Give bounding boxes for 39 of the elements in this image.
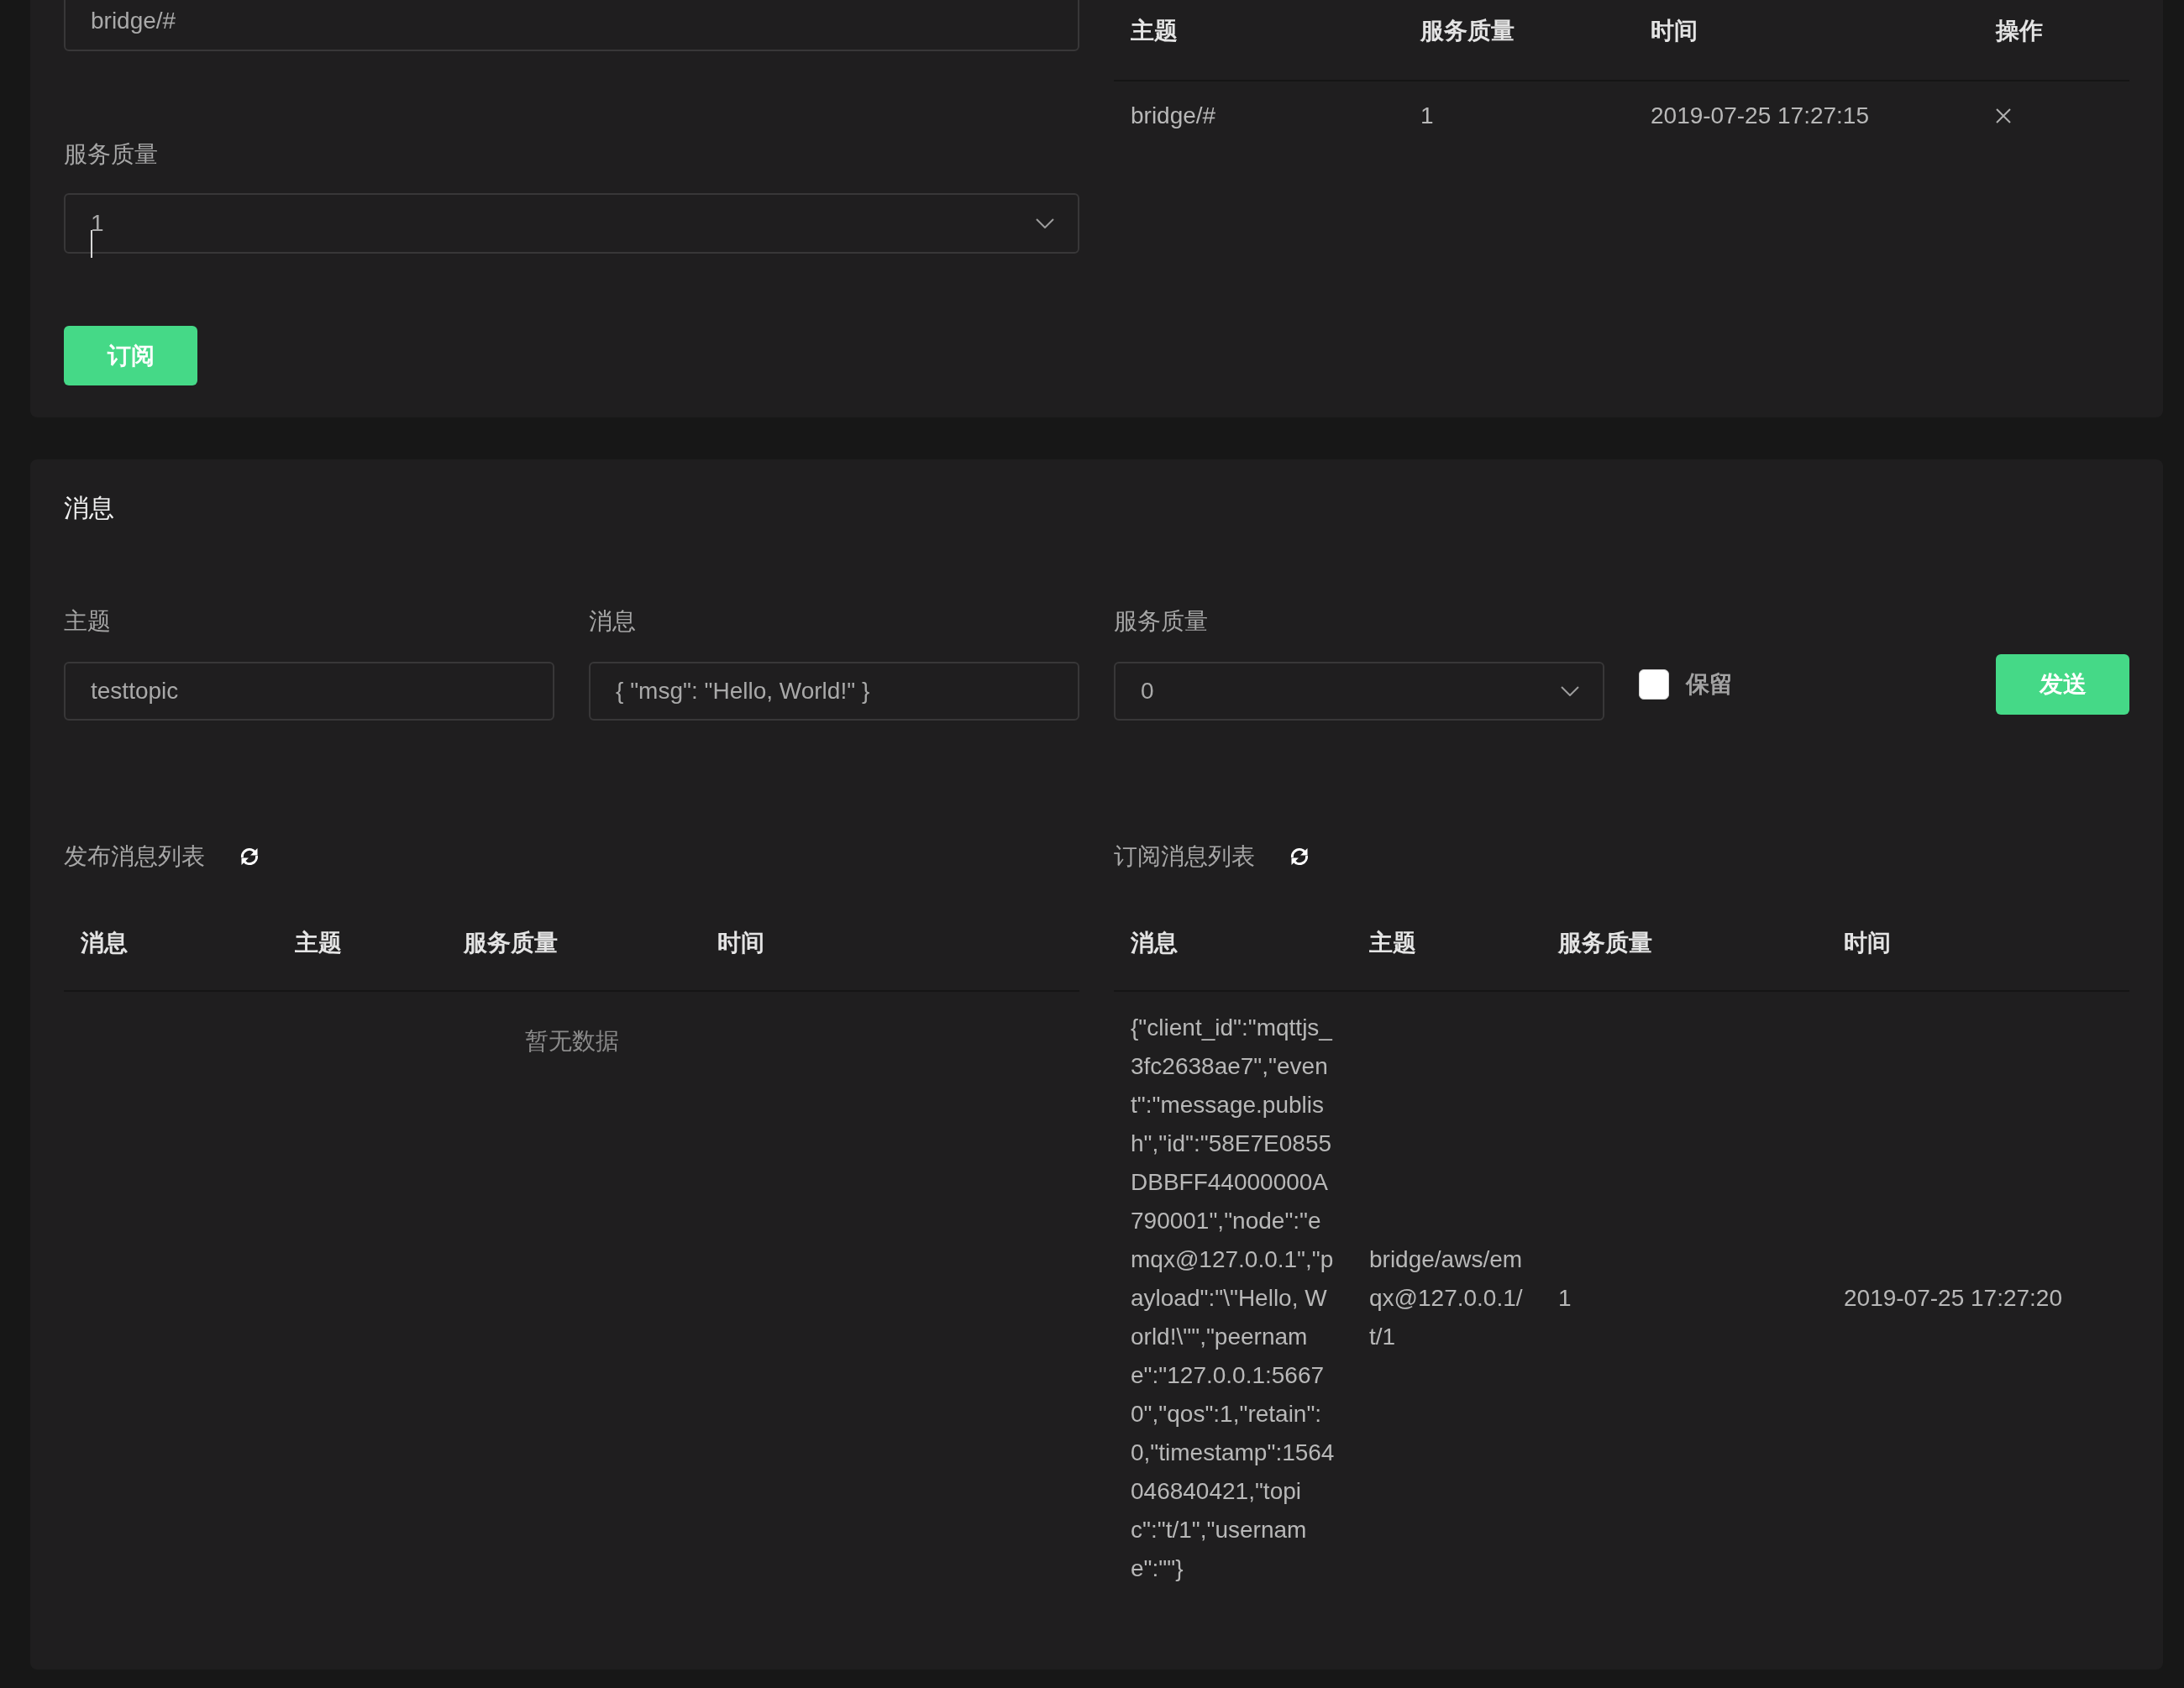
empty-text: 暂无数据 [524,1028,619,1055]
table-cell-text: bridge/aws/emqx@127.0.0.1/t/1 [1369,1245,1524,1351]
column-header: 时间 [1844,930,1892,957]
column-header: 操作 [1996,18,2044,45]
topic-input[interactable]: bridge/# [64,0,1079,51]
column-header: 服务质量 [1420,18,1515,45]
close-icon[interactable] [1996,108,2011,123]
column-header: 时间 [1651,18,1698,45]
refresh-icon[interactable] [239,847,260,867]
field-label: 主题 [64,607,112,636]
field-label: 服务质量 [64,140,158,169]
list-title: 订阅消息列表 [1114,842,1255,871]
table-cell: 2019-07-25 17:27:15 [1651,102,1869,129]
checkbox-label[interactable]: 保留 [1686,668,1733,701]
chevron-down-icon [1036,218,1054,228]
refresh-icon[interactable] [1289,847,1310,867]
column-header: 主题 [1369,930,1417,957]
table-cell-text: 2019-07-25 17:27:20 [1844,1284,2062,1313]
column-header: 主题 [1131,18,1179,45]
column-header: 服务质量 [464,930,559,957]
qos-select[interactable]: 0 [1114,662,1604,721]
table-cell-text: 1 [1558,1284,1572,1313]
chevron-down-icon [1561,686,1579,696]
topic-input[interactable]: testtopic [64,662,554,721]
field-label: 服务质量 [1114,607,1209,636]
table-cell: 1 [1420,102,1434,129]
column-header: 服务质量 [1558,930,1653,957]
column-header: 消息 [1131,930,1179,957]
column-header: 时间 [717,930,765,957]
column-header: 消息 [81,930,129,957]
table-cell-text: {"client_id":"mqttjs_3fc2638ae7","event":"message.publish","id":"58E7E0855DBBFF44000000A790001","node":"emqx@127.0.0.1","payload":"\"Hello, World!\"","peername":"127.0.0.1:56670","qos":1,"retain":0,"timestamp":1564046840421,"topic":"t/1","username":""} [1131,1014,1336,1583]
field-label: 消息 [589,607,637,636]
panel-title: 消息 [64,493,115,523]
message-input[interactable]: { "msg": "Hello, World!" } [589,662,1079,721]
checkbox[interactable] [1639,669,1669,700]
text-cursor-icon [91,230,92,258]
list-title: 发布消息列表 [64,842,205,871]
table-cell: bridge/# [1131,102,1216,129]
column-header: 主题 [295,930,343,957]
